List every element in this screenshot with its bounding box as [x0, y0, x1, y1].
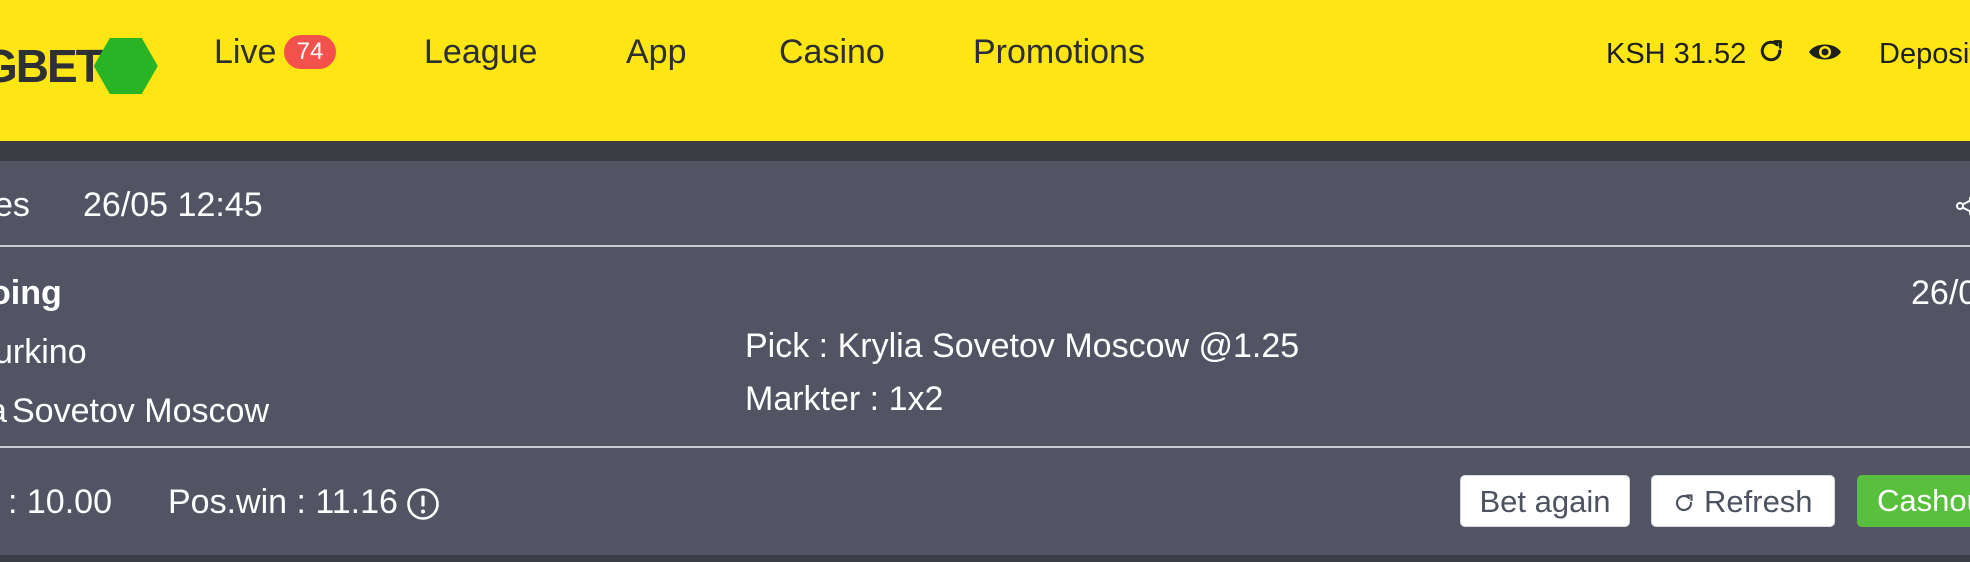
pick-text: Pick : Krylia Sovetov Moscow @1.25 — [745, 327, 1300, 365]
refresh-icon — [1675, 494, 1693, 512]
nav-promotions[interactable]: Promotions — [973, 33, 1145, 72]
nav-casino[interactable]: Casino — [779, 33, 885, 72]
match-date: 26/0 — [1911, 274, 1970, 312]
bet-again-button[interactable]: Bet again — [1460, 475, 1630, 527]
home-team: urkino — [0, 333, 87, 371]
bet-again-label: Bet again — [1479, 484, 1611, 519]
away-team-prefix: a — [0, 392, 7, 431]
top-nav-bar: GBET Live 74 League App Casino Promotion… — [0, 0, 1970, 141]
cashout-button[interactable]: Cashout — [1857, 475, 1970, 527]
bet-type-label: es — [0, 186, 30, 224]
eye-icon[interactable] — [1808, 40, 1842, 64]
logo-hexagon-icon — [93, 38, 158, 94]
possible-win: Pos.win : 11.16 — [168, 483, 398, 521]
divider-line — [0, 446, 1970, 448]
logo[interactable]: GBET — [0, 30, 158, 102]
deposit-button[interactable]: Deposit — [1879, 38, 1970, 71]
nav-league[interactable]: League — [424, 33, 537, 72]
refresh-label: Refresh — [1704, 484, 1813, 519]
bet-datetime: 26/05 12:45 — [83, 186, 263, 224]
header-separator — [0, 141, 1970, 161]
share-icon[interactable] — [1954, 193, 1970, 219]
bet-card: es 26/05 12:45 oing 26/0 urkino a Soveto… — [0, 161, 1970, 555]
nav-app[interactable]: App — [626, 33, 687, 72]
live-count-badge: 74 — [284, 35, 336, 69]
refresh-icon[interactable] — [1756, 36, 1786, 66]
info-icon[interactable] — [406, 487, 440, 521]
away-team: Sovetov Moscow — [12, 392, 269, 430]
nav-live[interactable]: Live — [214, 33, 276, 72]
refresh-button[interactable]: Refresh — [1651, 475, 1835, 527]
stake-amount: : 10.00 — [8, 483, 112, 521]
market-text: Markter : 1x2 — [745, 380, 944, 418]
divider-line — [0, 245, 1970, 247]
balance-amount: KSH 31.52 — [1606, 38, 1747, 70]
bet-status: oing — [0, 274, 62, 312]
logo-text: GBET — [0, 40, 104, 92]
cashout-label: Cashout — [1877, 483, 1970, 518]
